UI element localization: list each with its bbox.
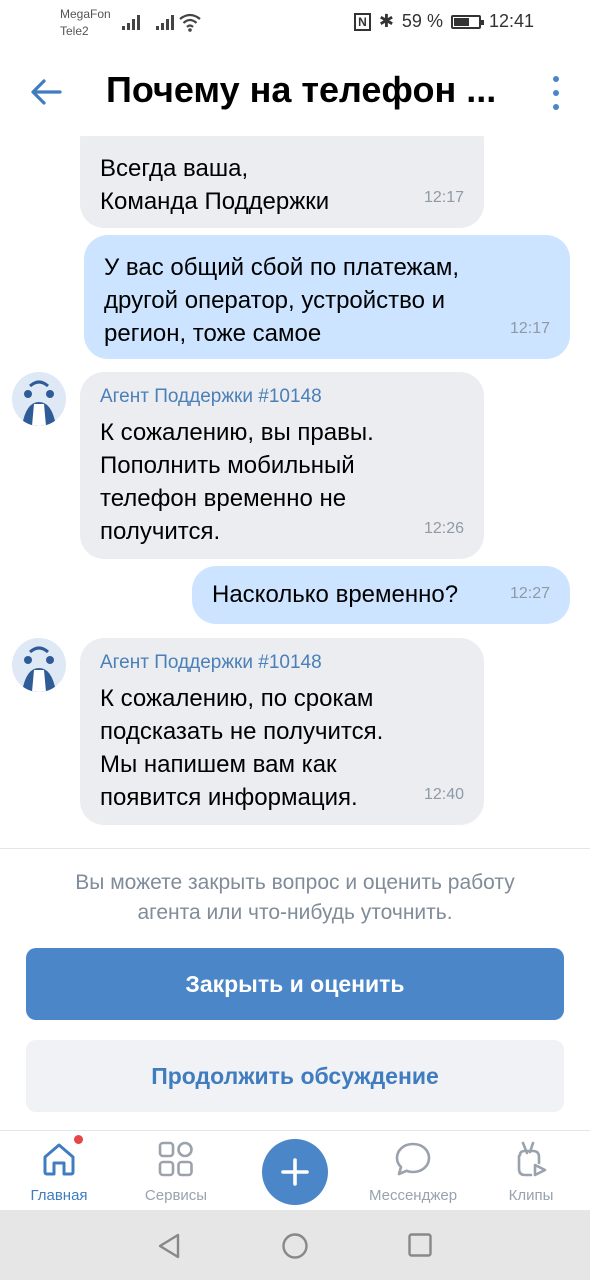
carrier-names: MegaFon Tele2 [60, 6, 111, 40]
message-time: 12:27 [509, 585, 550, 602]
message-text: К сожалению, по срокам подсказать не пол… [100, 685, 384, 811]
message-time: 12:40 [423, 786, 464, 803]
message-incoming[interactable]: Агент Поддержки #10148 К сожалению, по с… [80, 638, 484, 825]
tab-clips[interactable]: Клипы [476, 1139, 586, 1209]
message-incoming[interactable]: Агент Поддержки #10148 К сожалению, вы п… [80, 372, 484, 559]
continue-discussion-button[interactable]: Продолжить обсуждение [26, 1040, 564, 1112]
clock: 12:41 [488, 11, 534, 31]
nav-home-icon[interactable] [281, 1232, 309, 1260]
page-title: Почему на телефон ... [106, 69, 497, 110]
nav-recents-icon[interactable] [407, 1232, 433, 1258]
message-sender[interactable]: Агент Поддержки #10148 [100, 650, 464, 676]
carrier-2: Tele2 [60, 24, 89, 38]
wifi-icon [179, 13, 201, 32]
signal-icon [156, 14, 174, 30]
clips-icon [517, 1141, 547, 1177]
back-arrow-icon[interactable] [26, 72, 66, 112]
message-text: К сожалению, вы правы. Пополнить мобильн… [100, 419, 374, 545]
status-right: N ✱ 59 % 12:41 [354, 11, 534, 32]
tab-label: Сервисы [144, 1187, 208, 1204]
message-time: 12:17 [509, 320, 550, 337]
carrier-1: MegaFon [60, 7, 111, 21]
message-time: 12:26 [423, 520, 464, 537]
notification-badge [74, 1135, 83, 1144]
tab-messenger[interactable]: Мессенджер [358, 1139, 468, 1209]
message-sender[interactable]: Агент Поддержки #10148 [100, 384, 464, 410]
bluetooth-icon: ✱ [378, 11, 394, 31]
home-icon [43, 1143, 75, 1176]
message-text: Всегда ваша, Команда Поддержки [100, 155, 330, 215]
create-post-button[interactable] [262, 1139, 328, 1205]
system-nav-bar [0, 1210, 590, 1280]
battery-icon [450, 14, 484, 29]
close-hint: Вы можете закрыть вопрос и оценить работ… [75, 871, 515, 924]
bottom-tab-bar: Главная Сервисы Мессенджер Клипы [0, 1130, 590, 1210]
message-text: Насколько временно? [212, 581, 459, 608]
agent-avatar[interactable] [12, 372, 66, 426]
conversation-header: Почему на телефон ... [0, 50, 590, 136]
agent-avatar[interactable] [12, 638, 66, 692]
plus-icon [281, 1158, 309, 1186]
tab-label: Мессенджер [368, 1187, 458, 1204]
more-vertical-icon[interactable] [550, 76, 562, 110]
close-and-rate-button[interactable]: Закрыть и оценить [26, 948, 564, 1020]
message-outgoing[interactable]: У вас общий сбой по платежам, другой опе… [84, 235, 570, 359]
divider [0, 848, 590, 849]
message-outgoing[interactable]: Насколько временно? 12:27 [192, 566, 570, 624]
signal-icon [122, 14, 140, 30]
message-text: У вас общий сбой по платежам, другой опе… [104, 254, 460, 347]
tab-services[interactable]: Сервисы [121, 1139, 231, 1209]
battery-percent: 59 % [401, 11, 443, 31]
tab-home[interactable]: Главная [4, 1139, 114, 1209]
tab-label: Главная [30, 1187, 88, 1204]
chat-bubble-icon [395, 1142, 431, 1176]
nfc-icon: N [354, 12, 371, 31]
status-bar: MegaFon Tele2 N ✱ 59 % 12:41 [0, 0, 590, 50]
nav-back-icon[interactable] [156, 1232, 182, 1260]
tab-label: Клипы [508, 1187, 554, 1204]
services-icon [158, 1141, 193, 1177]
message-time: 12:17 [423, 189, 464, 206]
message-list[interactable]: Всегда ваша, Команда Поддержки 12:17 У в… [0, 136, 590, 848]
message-incoming[interactable]: Всегда ваша, Команда Поддержки 12:17 [80, 136, 484, 228]
